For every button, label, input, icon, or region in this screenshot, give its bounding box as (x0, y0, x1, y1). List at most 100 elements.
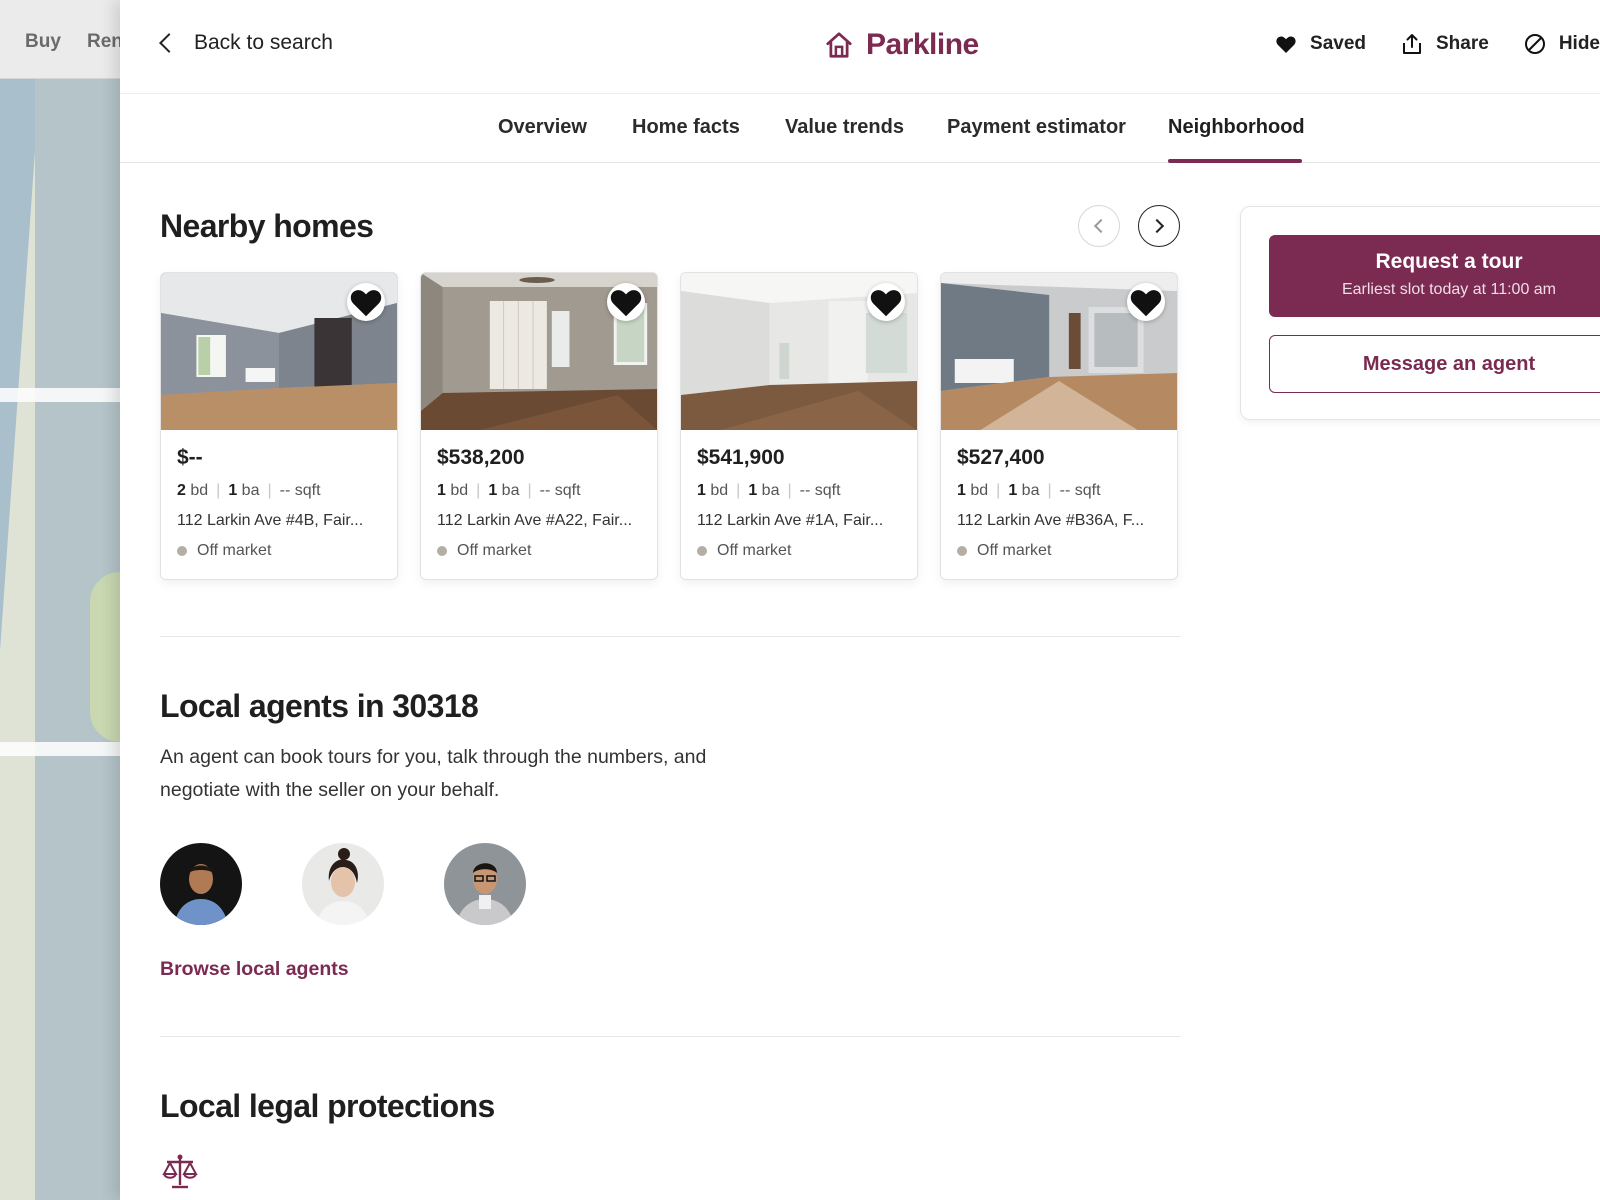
local-agents-description: An agent can book tours for you, talk th… (160, 746, 707, 801)
avatar (160, 843, 242, 925)
home-card[interactable]: $-- 2 bd | 1 ba | -- sqft 112 Larkin Ave #4B… (160, 272, 398, 580)
chevron-right-icon (1149, 218, 1165, 234)
chevron-left-icon (1093, 218, 1109, 234)
status-dot-icon (697, 546, 707, 556)
back-to-search-button[interactable]: Back to search (156, 31, 333, 55)
tab-value-trends[interactable]: Value trends (785, 116, 904, 139)
heart-icon (610, 290, 642, 317)
nav-rent[interactable]: Ren (87, 31, 120, 53)
map-road (0, 742, 120, 756)
home-price: $-- (177, 446, 203, 469)
map-water (0, 79, 40, 1200)
baths-value: 1 (1008, 482, 1018, 499)
listing-panel: Back to search Parkline Saved Share Hide (120, 0, 1600, 1200)
header-actions: Saved Share Hide (1240, 32, 1600, 56)
baths-unit: ba (241, 482, 260, 499)
share-button[interactable]: Share (1400, 32, 1489, 56)
background-nav: Buy Ren (0, 0, 120, 79)
home-facts: 1 bd | 1 ba | -- sqft (697, 482, 841, 499)
baths-value: 1 (488, 482, 498, 499)
section-tabs: Overview Home facts Value trends Payment… (120, 94, 1600, 163)
brand-name: Parkline (866, 28, 979, 61)
favorite-button[interactable] (607, 283, 645, 321)
sqft-value: -- sqft (1059, 482, 1101, 499)
house-icon (826, 32, 852, 58)
agent-avatar[interactable] (302, 843, 384, 925)
baths-value: 1 (748, 482, 758, 499)
beds-unit: bd (450, 482, 469, 499)
beds-unit: bd (970, 482, 989, 499)
browse-local-agents-link[interactable]: Browse local agents (160, 958, 349, 981)
status-dot-icon (177, 546, 187, 556)
favorite-button[interactable] (867, 283, 905, 321)
avatar (302, 843, 384, 925)
home-card-body: $-- 2 bd | 1 ba | -- sqft 112 Larkin Ave #4B… (161, 430, 397, 560)
nav-buy[interactable]: Buy (25, 31, 61, 53)
beds-unit: bd (190, 482, 209, 499)
request-tour-label: Request a tour (1375, 250, 1523, 273)
heart-icon (870, 290, 902, 317)
beds-value: 2 (177, 482, 186, 499)
section-divider (160, 636, 1180, 637)
status-label: Off market (717, 542, 792, 559)
beds-unit: bd (710, 482, 729, 499)
heart-icon (350, 290, 382, 317)
home-address: 112 Larkin Ave #B36A, F... (957, 512, 1145, 529)
legal-protections-title: Local legal protections (160, 1088, 495, 1124)
home-address: 112 Larkin Ave #1A, Fair... (697, 512, 884, 529)
saved-label: Saved (1310, 33, 1366, 54)
baths-unit: ba (761, 482, 780, 499)
request-tour-button[interactable]: Request a tour Earliest slot today at 11… (1269, 235, 1600, 317)
request-tour-sublabel: Earliest slot today at 11:00 am (1341, 281, 1557, 298)
favorite-button[interactable] (1127, 283, 1165, 321)
hide-button[interactable]: Hide (1523, 32, 1600, 56)
panel-header: Back to search Parkline Saved Share Hide (120, 0, 1600, 94)
local-agents-title: Local agents in 30318 (160, 688, 479, 724)
status-label: Off market (977, 542, 1052, 559)
share-icon (1403, 34, 1421, 54)
home-card[interactable]: $527,400 1 bd | 1 ba | -- sqft 112 Larkin Av… (940, 272, 1178, 580)
sqft-value: -- sqft (279, 482, 321, 499)
hide-icon (1524, 34, 1545, 54)
active-tab-indicator (1168, 159, 1302, 163)
baths-unit: ba (1021, 482, 1040, 499)
chevron-left-icon (159, 33, 179, 53)
tour-cta-card: Request a tour Earliest slot today at 11… (1240, 206, 1600, 420)
hide-label: Hide (1558, 33, 1600, 54)
status-label: Off market (457, 542, 532, 559)
agent-avatar[interactable] (444, 843, 526, 925)
beds-value: 1 (437, 482, 446, 499)
sqft-value: -- sqft (799, 482, 841, 499)
home-status: Off market (437, 542, 641, 560)
map-park (90, 572, 120, 742)
scales-icon (162, 1154, 198, 1189)
home-facts: 1 bd | 1 ba | -- sqft (437, 482, 581, 499)
home-facts: 1 bd | 1 ba | -- sqft (957, 482, 1101, 499)
baths-value: 1 (228, 482, 238, 499)
home-card[interactable]: $538,200 1 bd | 1 ba | -- sqft 112 Larkin Av… (420, 272, 658, 580)
home-status: Off market (697, 542, 901, 560)
home-facts: 2 bd | 1 ba | -- sqft (177, 482, 321, 499)
saved-button[interactable]: Saved (1274, 32, 1366, 56)
status-label: Off market (197, 542, 272, 559)
carousel-prev-button[interactable] (1078, 205, 1120, 247)
favorite-button[interactable] (347, 283, 385, 321)
brand-logo: Parkline (824, 28, 979, 62)
status-dot-icon (437, 546, 447, 556)
agent-avatar[interactable] (160, 843, 242, 925)
message-agent-button[interactable]: Message an agent (1269, 335, 1600, 393)
map-road (0, 388, 120, 402)
background-map: Buy Ren (0, 0, 120, 1200)
avatar (444, 843, 526, 925)
home-photo (941, 273, 1177, 430)
back-label: Back to search (194, 31, 333, 54)
tab-home-facts[interactable]: Home facts (632, 116, 740, 139)
home-photo (421, 273, 657, 430)
tab-overview[interactable]: Overview (498, 116, 587, 139)
carousel-next-button[interactable] (1138, 205, 1180, 247)
tab-neighborhood[interactable]: Neighborhood (1168, 116, 1305, 139)
home-card[interactable]: $541,900 1 bd | 1 ba | -- sqft 112 Larkin Av… (680, 272, 918, 580)
home-address: 112 Larkin Ave #4B, Fair... (177, 512, 364, 529)
tab-payment-estimator[interactable]: Payment estimator (947, 116, 1126, 139)
home-card-body: $538,200 1 bd | 1 ba | -- sqft 112 Larkin Av… (421, 430, 657, 560)
